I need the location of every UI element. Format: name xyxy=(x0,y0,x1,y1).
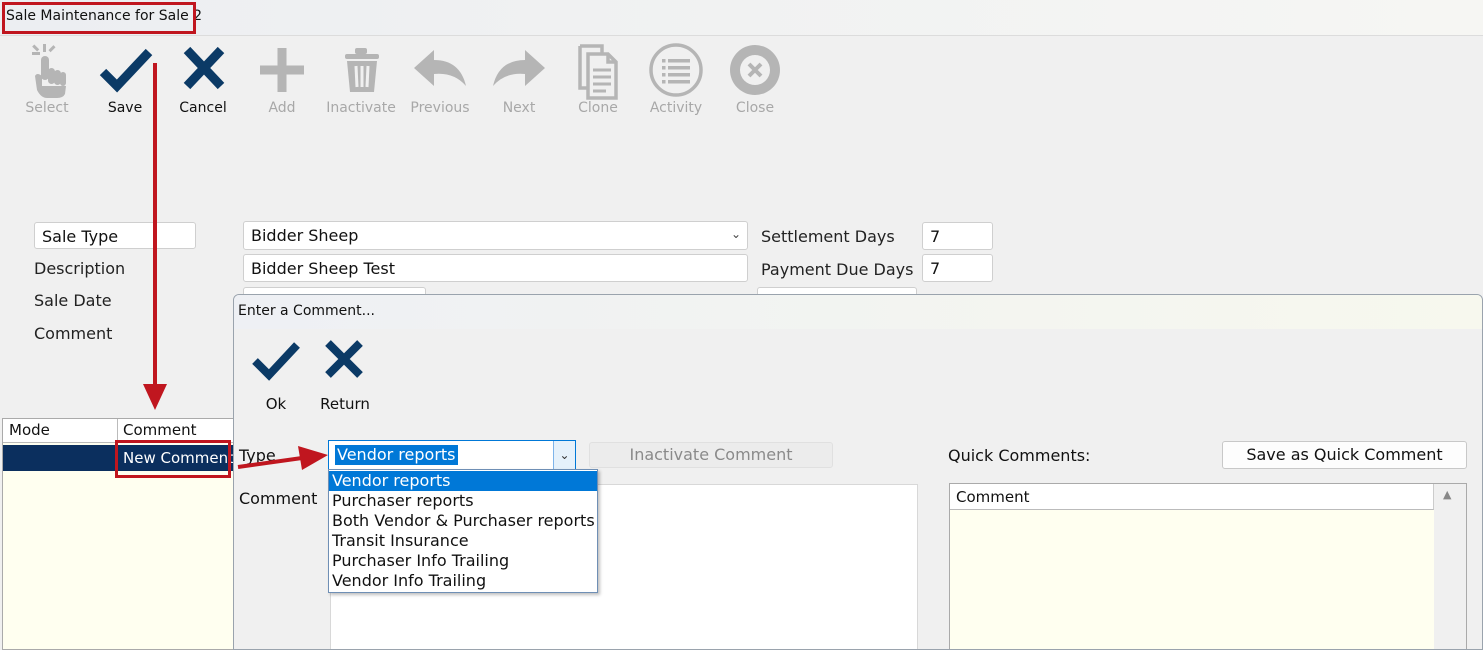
quick-comments-label: Quick Comments: xyxy=(948,446,1091,465)
ok-button[interactable]: Ok xyxy=(241,337,311,413)
comment-label: Comment xyxy=(239,489,318,508)
clone-label: Clone xyxy=(578,100,618,116)
previous-button[interactable]: Previous xyxy=(405,42,475,122)
plus-icon xyxy=(260,48,304,92)
settlement-days-label: Settlement Days xyxy=(761,227,895,246)
type-option-purchaser-info-trailing[interactable]: Purchaser Info Trailing xyxy=(329,551,597,571)
add-button[interactable]: Add xyxy=(247,42,317,122)
type-option-transit-insurance[interactable]: Transit Insurance xyxy=(329,531,597,551)
cancel-label: Cancel xyxy=(179,100,227,116)
type-value: Vendor reports xyxy=(335,445,458,465)
description-label: Description xyxy=(34,259,126,278)
previous-label: Previous xyxy=(410,100,470,116)
comment-label: Comment xyxy=(34,324,113,343)
copy-icon xyxy=(578,44,618,100)
payment-due-days-field[interactable]: 7 xyxy=(922,254,993,282)
list-circle-icon xyxy=(649,43,703,97)
sale-type-value: Bidder Sheep xyxy=(251,226,359,245)
comment-dialog: Enter a Comment... Ok Return Type Vendor… xyxy=(233,294,1483,650)
select-button[interactable]: Select xyxy=(12,42,82,122)
checkmark-icon xyxy=(252,342,300,381)
ok-label: Ok xyxy=(265,395,287,413)
next-label: Next xyxy=(502,100,536,116)
checkmark-icon xyxy=(99,48,153,93)
sale-type-label: Sale Type xyxy=(42,227,119,246)
activity-label: Activity xyxy=(649,100,703,116)
inactivate-button[interactable]: Inactivate xyxy=(326,42,396,122)
payment-due-days-value: 7 xyxy=(930,259,941,278)
save-label: Save xyxy=(107,100,143,116)
new-comment-annotation-box xyxy=(115,440,231,478)
quick-comments-grid[interactable]: Comment ▲ xyxy=(949,483,1467,649)
grid-header-mode: Mode xyxy=(9,421,50,439)
sale-date-label: Sale Date xyxy=(34,291,112,310)
return-button[interactable]: Return xyxy=(310,337,380,413)
type-combo[interactable]: Vendor reports ⌄ xyxy=(328,440,576,470)
sale-type-combo[interactable]: Bidder Sheep ⌄ xyxy=(243,221,748,250)
type-option-vendor-info-trailing[interactable]: Vendor Info Trailing xyxy=(329,571,597,591)
close-label: Close xyxy=(735,100,775,116)
return-label: Return xyxy=(320,395,370,413)
close-button[interactable]: Close xyxy=(720,42,790,122)
title-bar: Sale Maintenance for Sale 2 xyxy=(0,0,1483,36)
payment-due-days-label: Payment Due Days xyxy=(761,260,914,279)
next-button[interactable]: Next xyxy=(484,42,554,122)
quick-grid-header: Comment xyxy=(950,484,1434,510)
title-annotation-box xyxy=(2,2,196,34)
save-button[interactable]: Save xyxy=(90,42,160,122)
chevron-down-icon[interactable]: ⌄ xyxy=(553,441,575,469)
type-label: Type xyxy=(239,446,276,465)
sale-type-label-box: Sale Type xyxy=(34,222,196,249)
add-label: Add xyxy=(268,100,296,116)
type-dropdown-list[interactable]: Vendor reports Purchaser reports Both Ve… xyxy=(328,469,598,593)
close-circle-icon xyxy=(730,45,780,95)
arrow-back-icon xyxy=(414,50,466,86)
vertical-scrollbar[interactable]: ▲ xyxy=(1434,484,1466,649)
x-icon xyxy=(183,46,225,90)
type-option-vendor-reports[interactable]: Vendor reports xyxy=(329,471,597,491)
dialog-title-bar: Enter a Comment... xyxy=(234,295,1482,329)
grid-header-comment: Comment xyxy=(123,421,197,439)
settlement-days-field[interactable]: 7 xyxy=(922,222,993,250)
type-option-purchaser-reports[interactable]: Purchaser reports xyxy=(329,491,597,511)
clone-button[interactable]: Clone xyxy=(563,42,633,122)
quick-grid-header-comment: Comment xyxy=(956,488,1030,506)
description-field[interactable]: Bidder Sheep Test xyxy=(243,254,748,282)
x-icon xyxy=(325,340,363,378)
save-as-quick-comment-button[interactable]: Save as Quick Comment xyxy=(1222,441,1467,469)
select-label: Select xyxy=(25,100,69,116)
activity-button[interactable]: Activity xyxy=(641,42,711,122)
pointer-hand-icon xyxy=(32,44,66,98)
inactivate-label: Inactivate xyxy=(326,100,396,116)
description-value: Bidder Sheep Test xyxy=(251,259,395,278)
scroll-up-arrow-icon[interactable]: ▲ xyxy=(1443,488,1451,501)
inactivate-comment-button[interactable]: Inactivate Comment xyxy=(589,442,833,468)
cancel-button[interactable]: Cancel xyxy=(168,42,238,122)
type-option-both-reports[interactable]: Both Vendor & Purchaser reports xyxy=(329,511,597,531)
chevron-down-icon: ⌄ xyxy=(730,227,741,241)
settlement-days-value: 7 xyxy=(930,227,941,246)
trash-icon xyxy=(345,48,379,92)
arrow-forward-icon xyxy=(493,50,545,86)
dialog-title: Enter a Comment... xyxy=(238,303,375,319)
